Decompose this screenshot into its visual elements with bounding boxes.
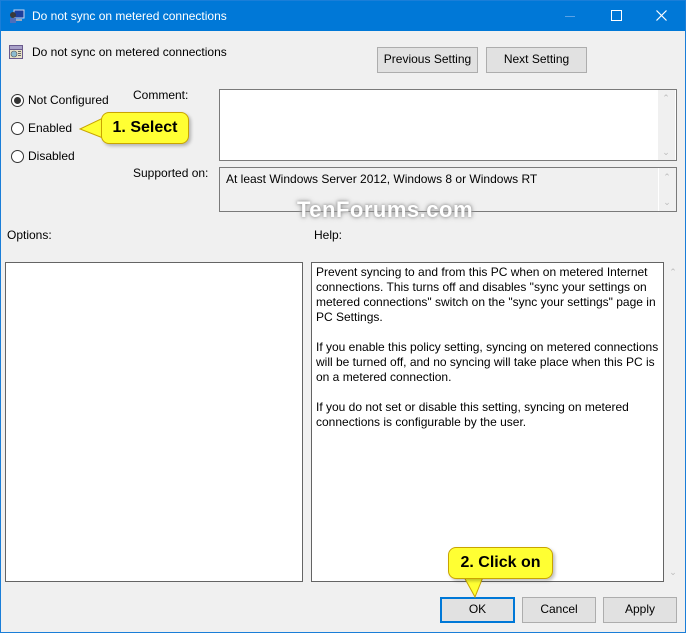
radio-label: Disabled — [28, 149, 75, 163]
help-panel: Prevent syncing to and from this PC when… — [311, 262, 664, 582]
help-paragraph: Prevent syncing to and from this PC when… — [316, 265, 656, 324]
title-bar[interactable]: Do not sync on metered connections — [1, 1, 685, 31]
next-setting-button[interactable]: Next Setting — [486, 47, 587, 73]
scroll-up-icon[interactable]: ⌃ — [663, 173, 671, 182]
scroll-up-icon[interactable]: ⌃ — [669, 268, 677, 277]
scroll-down-icon[interactable]: ⌄ — [662, 148, 670, 157]
callout-select: 1. Select — [101, 112, 189, 144]
close-button[interactable] — [639, 1, 685, 31]
radio-label: Not Configured — [28, 93, 109, 107]
previous-setting-button[interactable]: Previous Setting — [377, 47, 478, 73]
help-scrollbar[interactable]: ⌃ ⌄ — [665, 262, 682, 582]
radio-indicator[interactable] — [11, 149, 24, 163]
scroll-down-icon[interactable]: ⌄ — [663, 198, 671, 207]
options-panel — [5, 262, 303, 582]
help-paragraph: If you do not set or disable this settin… — [316, 400, 629, 429]
scroll-down-icon[interactable]: ⌄ — [669, 568, 677, 577]
options-label: Options: — [7, 228, 52, 242]
maximize-button[interactable] — [593, 1, 639, 31]
supported-on-value: At least Windows Server 2012, Windows 8 … — [226, 172, 538, 186]
help-text: Prevent syncing to and from this PC when… — [316, 265, 661, 445]
policy-setting-icon — [9, 45, 23, 59]
policy-name: Do not sync on metered connections — [32, 45, 227, 59]
cancel-button[interactable]: Cancel — [522, 597, 596, 623]
radio-label: Enabled — [28, 121, 73, 135]
close-icon — [656, 10, 667, 21]
help-paragraph: If you enable this policy setting, synci… — [316, 340, 659, 384]
comment-label: Comment: — [133, 88, 189, 102]
radio-indicator[interactable] — [11, 121, 24, 135]
minimize-button[interactable] — [547, 1, 593, 31]
supported-on-label: Supported on: — [133, 166, 209, 180]
apply-button[interactable]: Apply — [603, 597, 677, 623]
group-policy-app-icon — [10, 9, 25, 23]
radio-disabled[interactable]: Disabled — [11, 148, 75, 164]
callout-click-on: 2. Click on — [448, 547, 553, 579]
callout-pointer-2 — [463, 576, 484, 598]
window-title: Do not sync on metered connections — [32, 9, 227, 23]
help-label: Help: — [314, 228, 343, 242]
radio-indicator-checked[interactable] — [11, 93, 24, 107]
supported-scrollbar[interactable]: ⌃ ⌄ — [658, 168, 675, 211]
comment-scrollbar[interactable]: ⌃ ⌄ — [658, 90, 675, 160]
policy-dialog-window: Do not sync on metered connections Do no… — [0, 0, 686, 633]
radio-enabled[interactable]: Enabled — [11, 120, 72, 136]
ok-button[interactable]: OK — [440, 597, 515, 623]
watermark: TenForums.com — [297, 197, 474, 222]
comment-textarea[interactable] — [219, 89, 677, 161]
radio-not-configured[interactable]: Not Configured — [11, 92, 109, 108]
scroll-up-icon[interactable]: ⌃ — [662, 94, 670, 103]
